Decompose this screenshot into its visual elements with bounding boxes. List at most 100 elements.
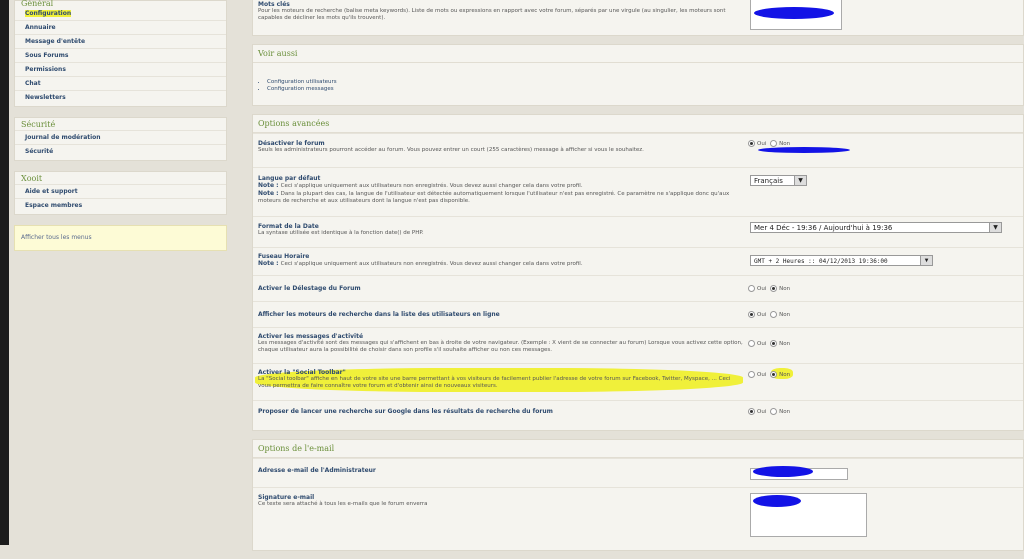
date-format-value: Mer 4 Déc - 19:36 / Aujourd'hui à 19:36 <box>754 224 893 232</box>
see-also-list: Configuration utilisateurs Configuration… <box>253 79 1023 93</box>
signature-desc: Ce texte sera attaché à tous les e-mails… <box>258 501 428 507</box>
delestage-label: Activer le Délestage du Forum <box>258 285 361 292</box>
left-edge-bar <box>0 0 9 545</box>
activity-messages-label: Activer les messages d'activité <box>258 333 364 340</box>
sidebar-item-aide-support[interactable]: Aide et support <box>15 184 226 198</box>
sidebar-section-securite: Sécurité Journal de modération Sécurité <box>14 117 227 161</box>
radio-oui[interactable] <box>748 140 755 147</box>
email-options-title: Options de l'e-mail <box>253 440 1023 458</box>
disable-forum-radio-group: Oui Non <box>748 140 790 147</box>
timezone-note: Note : Ceci s'applique uniquement aux ut… <box>258 260 583 267</box>
timezone-select[interactable]: GMT + 2 Heures :: 04/12/2013 19:36:00 ▼ <box>750 255 933 266</box>
search-engines-row: Afficher les moteurs de recherche dans l… <box>253 301 1023 327</box>
default-language-row: Langue par défaut Note : Ceci s'applique… <box>253 167 1023 216</box>
chevron-down-icon: ▼ <box>989 223 1001 232</box>
radio-label: Oui <box>757 286 767 292</box>
sidebar-item-journal-moderation[interactable]: Journal de modération <box>15 130 226 144</box>
chevron-down-icon: ▼ <box>920 256 932 265</box>
admin-email-label: Adresse e-mail de l'Administrateur <box>258 467 376 474</box>
radio-non[interactable] <box>770 371 778 378</box>
disable-forum-label: Désactiver le forum <box>258 140 325 147</box>
disable-forum-desc: Seuls les administrateurs pourront accéd… <box>258 147 644 153</box>
social-toolbar-row: Activer la "Social Toolbar" La "Social t… <box>253 363 1023 400</box>
radio-oui[interactable] <box>748 285 755 292</box>
delestage-radio-group: Oui Non <box>748 285 790 292</box>
sidebar-item-espace-membres[interactable]: Espace membres <box>15 198 226 212</box>
date-format-select[interactable]: Mer 4 Déc - 19:36 / Aujourd'hui à 19:36 ▼ <box>750 222 1002 233</box>
sidebar-item-annuaire[interactable]: Annuaire <box>15 20 226 34</box>
language-label: Langue par défaut <box>258 175 321 182</box>
sidebar-item-securite[interactable]: Sécurité <box>15 144 226 158</box>
advanced-options-title: Options avancées <box>253 115 1023 133</box>
radio-oui[interactable] <box>748 408 755 415</box>
language-note-2: Note : Dans la plupart des cas, la langu… <box>258 190 730 204</box>
sidebar-item-permissions[interactable]: Permissions <box>15 62 226 76</box>
social-toolbar-label: Activer la "Social Toolbar" <box>258 369 346 376</box>
signature-label: Signature e-mail <box>258 494 315 501</box>
social-toolbar-radio-group: Oui Non <box>748 371 790 378</box>
sidebar-section-general: Général Configuration Annuaire Message d… <box>14 0 227 107</box>
sidebar-section-title: Général <box>21 0 54 8</box>
sidebar-item-message-entete[interactable]: Message d'entête <box>15 34 226 48</box>
timezone-row: Fuseau Horaire Note : Ceci s'applique un… <box>253 247 1023 275</box>
delestage-row: Activer le Délestage du Forum Oui Non <box>253 275 1023 301</box>
search-engines-radio-group: Oui Non <box>748 311 790 318</box>
search-engines-label: Afficher les moteurs de recherche dans l… <box>258 311 500 318</box>
google-search-radio-group: Oui Non <box>748 408 790 415</box>
language-select[interactable]: Français ▼ <box>750 175 807 186</box>
main-content: Mots clés Pour les moteurs de recherche … <box>252 0 1024 559</box>
activity-radio-group: Oui Non <box>748 340 790 347</box>
radio-non[interactable] <box>770 311 778 318</box>
radio-oui[interactable] <box>748 371 755 378</box>
keywords-panel: Mots clés Pour les moteurs de recherche … <box>252 0 1024 36</box>
timezone-label: Fuseau Horaire <box>258 253 310 260</box>
activity-messages-desc: Les messages d'activité sont des message… <box>258 340 743 353</box>
radio-non[interactable] <box>770 140 778 147</box>
radio-label: Non <box>779 372 791 378</box>
radio-non[interactable] <box>770 408 778 415</box>
advanced-options-panel: Options avancées Désactiver le forum Seu… <box>252 114 1024 431</box>
radio-non[interactable] <box>770 285 778 292</box>
see-also-panel: Voir aussi Configuration utilisateurs Co… <box>252 44 1024 106</box>
radio-non[interactable] <box>770 340 778 347</box>
email-signature-row: Signature e-mail Ce texte sera attaché à… <box>253 487 1023 548</box>
radio-oui[interactable] <box>748 311 755 318</box>
timezone-value: GMT + 2 Heures :: 04/12/2013 19:36:00 <box>754 258 888 265</box>
sidebar-item-chat[interactable]: Chat <box>15 76 226 90</box>
see-also-title: Voir aussi <box>253 45 1023 63</box>
sidebar-item-sous-forums[interactable]: Sous Forums <box>15 48 226 62</box>
date-format-row: Format de la Date La syntaxe utilisée es… <box>253 216 1023 247</box>
show-all-menus-link[interactable]: Afficher tous les menus <box>14 225 227 251</box>
link-config-users[interactable]: Configuration utilisateurs <box>267 79 1023 86</box>
sidebar-section-title: Xooit <box>21 174 43 183</box>
radio-oui[interactable] <box>748 340 755 347</box>
radio-label: Oui <box>757 341 767 347</box>
google-search-row: Proposer de lancer une recherche sur Goo… <box>253 400 1023 424</box>
radio-label: Non <box>779 341 791 347</box>
date-format-desc: La syntaxe utilisée est identique à la f… <box>258 230 424 236</box>
keywords-desc: Pour les moteurs de recherche (balise me… <box>258 8 726 21</box>
sidebar-section-title: Sécurité <box>21 120 56 129</box>
sidebar-item-configuration[interactable]: Configuration <box>15 9 226 20</box>
sidebar-item-label: Configuration <box>25 10 72 17</box>
disable-forum-row: Désactiver le forum Seuls les administra… <box>253 133 1023 167</box>
radio-label: Non <box>779 312 791 318</box>
activity-messages-row: Activer les messages d'activité Les mess… <box>253 327 1023 363</box>
radio-label: Oui <box>757 372 767 378</box>
admin-email-row: Adresse e-mail de l'Administrateur <box>253 458 1023 487</box>
radio-label: Non <box>779 286 791 292</box>
chevron-down-icon: ▼ <box>794 176 806 185</box>
redaction-scribble <box>753 495 801 507</box>
sidebar: Général Configuration Annuaire Message d… <box>14 0 227 251</box>
radio-label: Non <box>779 409 791 415</box>
radio-label: Oui <box>757 409 767 415</box>
link-config-messages[interactable]: Configuration messages <box>267 86 1023 93</box>
language-note-1: Note : Ceci s'applique uniquement aux ut… <box>258 182 583 189</box>
sidebar-item-newsletters[interactable]: Newsletters <box>15 90 226 104</box>
keywords-row: Mots clés Pour les moteurs de recherche … <box>253 0 1023 35</box>
radio-label: Non <box>779 141 791 147</box>
redaction-scribble <box>753 466 813 477</box>
redaction-scribble <box>758 147 850 153</box>
date-format-label: Format de la Date <box>258 223 319 230</box>
radio-label: Oui <box>757 312 767 318</box>
